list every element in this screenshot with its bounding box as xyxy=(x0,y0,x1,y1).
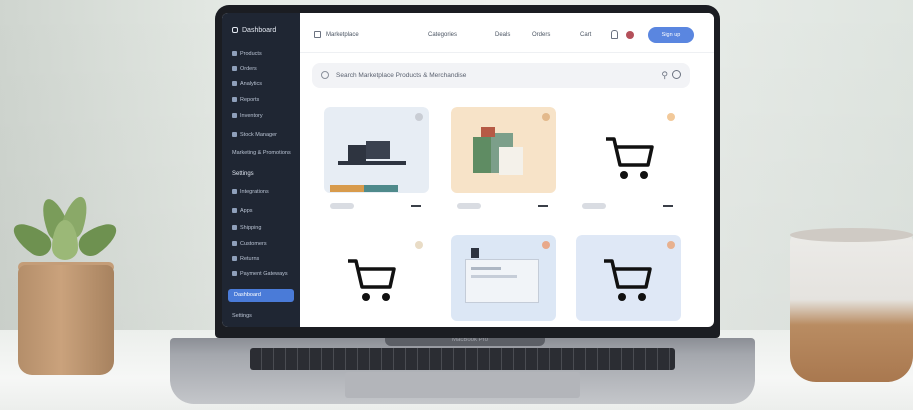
sidebar-item-label: Stock Manager xyxy=(240,132,277,138)
sidebar-item-label: Reports xyxy=(240,97,260,103)
sidebar-item-label: Shipping xyxy=(240,225,262,231)
chart-icon xyxy=(232,81,237,87)
search-bar[interactable]: Search Marketplace Products & Merchandis… xyxy=(312,63,690,88)
sidebar-item-active[interactable]: Dashboard xyxy=(228,289,294,302)
logo-icon xyxy=(232,27,238,34)
sidebar: Dashboard Products Orders Analytics Repo… xyxy=(222,13,300,327)
truck-icon xyxy=(232,225,237,231)
sidebar-item-inventory[interactable]: Inventory xyxy=(232,113,263,119)
sidebar-item-analytics[interactable]: Analytics xyxy=(232,81,262,87)
product-price-placeholder xyxy=(457,203,481,209)
product-image-window xyxy=(451,235,556,321)
sidebar-item-label: Analytics xyxy=(240,81,263,87)
product-card[interactable] xyxy=(576,107,681,217)
topbar: Marketplace Categories Deals Orders Cart… xyxy=(300,13,714,53)
sidebar-item-customers[interactable]: Customers xyxy=(232,241,267,247)
plug-icon xyxy=(232,189,237,195)
sidebar-item-label: Apps xyxy=(240,208,253,214)
sidebar-item-label: Inventory xyxy=(240,113,263,119)
avatar[interactable] xyxy=(626,31,634,39)
sidebar-item-label: Marketing & Promotions xyxy=(232,150,291,156)
sidebar-item-marketing[interactable]: Marketing & Promotions xyxy=(232,150,291,156)
grid-icon xyxy=(314,31,321,38)
bell-icon[interactable] xyxy=(611,30,618,39)
product-card[interactable] xyxy=(451,235,556,327)
favorite-icon[interactable] xyxy=(542,241,550,249)
favorite-icon[interactable] xyxy=(667,241,675,249)
page-title: Marketplace xyxy=(326,32,359,38)
shopping-cart-icon xyxy=(604,259,652,301)
product-card[interactable] xyxy=(324,107,429,217)
users-icon xyxy=(232,241,237,247)
sidebar-item-label: Orders xyxy=(240,66,257,72)
report-icon xyxy=(232,97,237,103)
sidebar-item-label: Integrations xyxy=(240,189,269,195)
keyboard xyxy=(250,348,675,370)
product-menu-icon[interactable] xyxy=(411,205,421,207)
shopping-cart-icon xyxy=(606,137,654,179)
nav-link-deals[interactable]: Deals xyxy=(495,32,510,38)
box-icon xyxy=(232,51,237,57)
search-icon xyxy=(321,71,329,79)
stock-icon xyxy=(232,132,237,138)
sidebar-item-label: Dashboard xyxy=(234,292,261,298)
sidebar-item-reports[interactable]: Reports xyxy=(232,97,259,103)
inventory-icon xyxy=(232,113,237,119)
favorite-icon[interactable] xyxy=(415,113,423,121)
sidebar-item-label: Returns xyxy=(240,256,260,262)
trackpad xyxy=(345,372,580,398)
sidebar-item-integrations[interactable]: Integrations xyxy=(232,189,269,195)
product-card[interactable] xyxy=(576,235,681,327)
app-logo[interactable]: Dashboard xyxy=(232,27,276,34)
search-input[interactable]: Search Marketplace Products & Merchandis… xyxy=(336,72,466,79)
product-image-laptops xyxy=(324,107,429,193)
sidebar-item-label: Settings xyxy=(232,313,252,319)
signup-button[interactable]: Sign up xyxy=(648,27,694,43)
return-icon xyxy=(232,256,237,262)
nav-link-cart[interactable]: Cart xyxy=(580,32,591,38)
product-price-placeholder xyxy=(330,203,354,209)
sidebar-item-stock-manager[interactable]: Stock Manager xyxy=(232,132,277,138)
sidebar-item-label: Customers xyxy=(240,241,267,247)
product-card[interactable] xyxy=(324,235,429,327)
product-card[interactable] xyxy=(451,107,556,217)
logo-label: Dashboard xyxy=(242,27,277,34)
product-price-placeholder xyxy=(582,203,606,209)
voice-icon[interactable] xyxy=(672,70,681,79)
product-image-bags xyxy=(451,107,556,193)
card-icon xyxy=(232,271,237,277)
sidebar-item-returns[interactable]: Returns xyxy=(232,256,259,262)
sidebar-item-orders[interactable]: Orders xyxy=(232,66,257,72)
sidebar-item-shipping[interactable]: Shipping xyxy=(232,225,261,231)
product-menu-icon[interactable] xyxy=(663,205,673,207)
sidebar-section-title: Settings xyxy=(232,171,254,177)
product-menu-icon[interactable] xyxy=(538,205,548,207)
favorite-icon[interactable] xyxy=(542,113,550,121)
favorite-icon[interactable] xyxy=(667,113,675,121)
sidebar-item-label: Products xyxy=(240,51,262,57)
nav-link-orders[interactable]: Orders xyxy=(532,32,550,38)
list-icon xyxy=(232,66,237,72)
laptop-screen: Dashboard Products Orders Analytics Repo… xyxy=(222,13,714,327)
apps-icon xyxy=(232,208,237,214)
shopping-cart-icon xyxy=(348,259,396,301)
sidebar-item-apps[interactable]: Apps xyxy=(232,208,253,214)
nav-link-categories[interactable]: Categories xyxy=(428,32,457,38)
sidebar-item-products[interactable]: Products xyxy=(232,51,262,57)
filter-icon[interactable]: ⚲ xyxy=(661,70,668,81)
laptop-brand-label: MacBook Pro xyxy=(451,337,488,343)
sidebar-item-label: Payment Gateways xyxy=(240,271,288,277)
sidebar-item-payment-gateways[interactable]: Payment Gateways xyxy=(232,271,288,277)
sidebar-footer-settings[interactable]: Settings xyxy=(232,313,252,319)
favorite-icon[interactable] xyxy=(415,241,423,249)
